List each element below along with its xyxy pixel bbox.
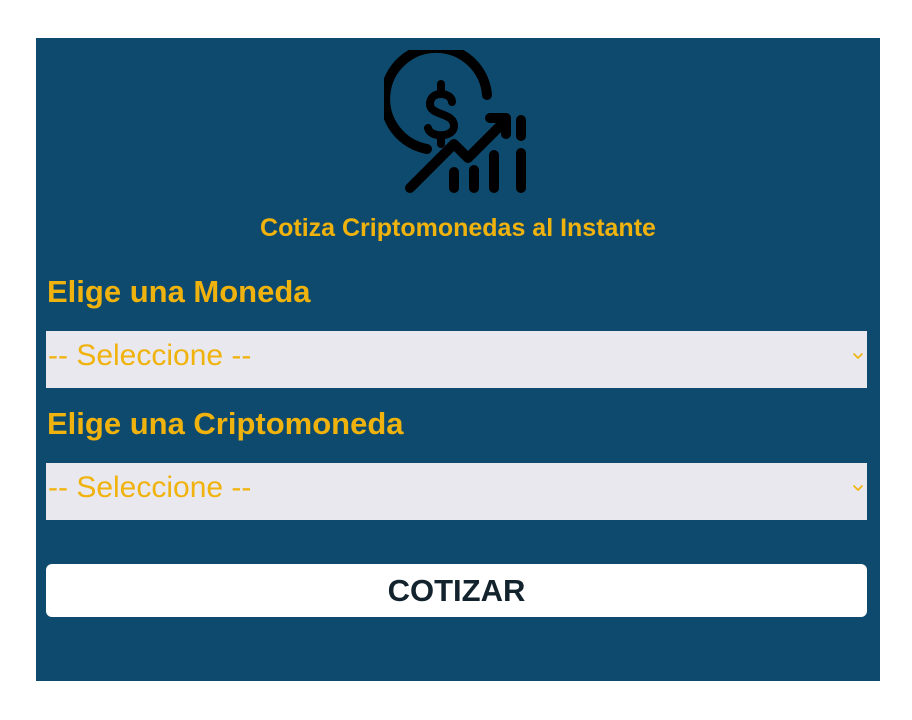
chevron-down-icon [853,485,863,491]
page-subtitle: Cotiza Criptomonedas al Instante [260,214,656,242]
currency-label: Elige una Moneda [47,274,311,309]
crypto-label: Elige una Criptomoneda [47,406,404,441]
dollar-growth-icon [384,50,526,193]
currency-select-value: -- Seleccione -- [48,339,252,372]
quote-button[interactable]: COTIZAR [46,564,867,617]
chevron-down-icon [853,353,863,359]
crypto-select-value: -- Seleccione -- [48,471,252,504]
crypto-select[interactable]: -- Seleccione -- [46,463,867,520]
currency-select[interactable]: -- Seleccione -- [46,331,867,388]
quote-form-panel: Cotiza Criptomonedas al Instante Elige u… [36,38,880,681]
